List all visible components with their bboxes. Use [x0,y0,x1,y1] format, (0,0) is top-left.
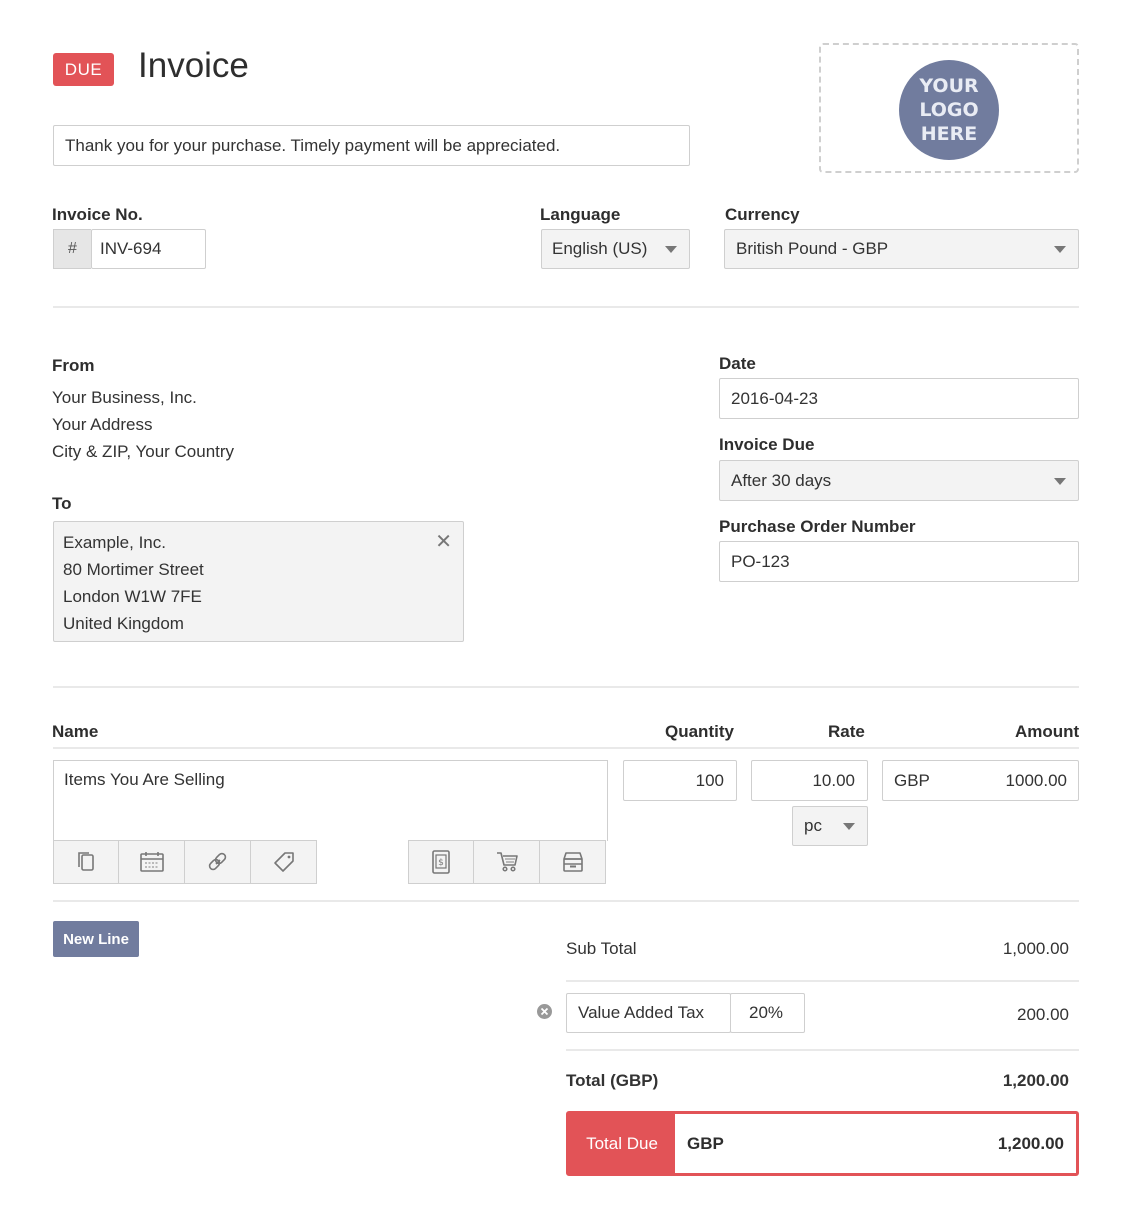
amount-value: 1000.00 [1005,770,1067,790]
from-line: Your Business, Inc. [52,388,197,407]
unit-select[interactable]: pc [792,806,868,846]
invoice-no-label: Invoice No. [52,205,143,224]
header-divider [53,747,1079,749]
total-label: Total (GBP) [566,1071,659,1090]
column-header-name: Name [52,722,99,741]
quantity-input[interactable]: 100 [623,760,737,801]
link-icon[interactable] [185,840,251,884]
close-icon[interactable]: ✕ [435,529,452,556]
invoice-due-value: After 30 days [731,470,832,490]
total-value: 1,200.00 [1002,1071,1069,1090]
svg-text:$: $ [438,858,444,868]
tax-rate-input[interactable]: 20% [730,993,805,1033]
column-header-quantity: Quantity [665,722,734,741]
po-input[interactable]: PO-123 [719,541,1079,582]
chevron-down-icon [843,823,855,830]
cart-icon[interactable] [474,840,540,884]
receipt-icon[interactable]: $ [408,840,474,884]
page-title: Invoice [138,46,249,85]
from-label: From [52,356,95,375]
logo-upload-area[interactable]: YOUR LOGO HERE [819,43,1079,173]
subtotal-label: Sub Total [566,939,637,958]
tag-icon[interactable] [251,840,317,884]
section-divider [53,306,1079,308]
invoice-no-input[interactable]: INV-694 [91,229,206,269]
item-toolbar-right: $ [408,840,606,884]
to-line: London W1W 7FE [63,587,202,606]
to-line: 80 Mortimer Street [63,560,204,579]
tax-name-input[interactable]: Value Added Tax [566,993,731,1033]
column-header-amount: Amount [1015,722,1080,741]
from-line: Your Address [52,415,153,434]
invoice-due-select[interactable]: After 30 days [719,460,1079,501]
chevron-down-icon [1054,477,1066,485]
client-address-box[interactable]: Example, Inc. 80 Mortimer Street London … [53,521,464,642]
logo-text-line: HERE [920,123,978,145]
language-label: Language [540,205,621,224]
currency-value: British Pound - GBP [736,239,889,258]
hash-prefix: # [53,229,91,269]
total-due-amount: GBP 1,200.00 [675,1114,1076,1173]
rate-input[interactable]: 10.00 [751,760,868,801]
amount-currency: GBP [894,770,930,790]
totals-divider [566,1049,1079,1051]
item-toolbar-left [53,840,317,884]
status-badge: DUE [53,53,114,86]
section-divider [53,900,1079,902]
unit-value: pc [804,816,822,835]
from-line: City & ZIP, Your Country [52,442,235,461]
new-line-button[interactable]: New Line [53,921,139,957]
total-due-label: Total Due [569,1114,675,1173]
total-due-currency: GBP [687,1133,724,1153]
currency-label: Currency [725,205,800,224]
language-select[interactable]: English (US) [541,229,690,269]
chevron-down-icon [1054,246,1066,253]
to-label: To [52,494,72,513]
logo-text-line: YOUR [919,75,979,97]
total-due-box: Total Due GBP 1,200.00 [566,1111,1079,1176]
date-label: Date [719,354,756,373]
logo-placeholder: YOUR LOGO HERE [899,60,999,160]
totals-divider [566,980,1079,982]
po-label: Purchase Order Number [719,517,916,536]
calendar-icon[interactable] [119,840,185,884]
notes-field[interactable]: Thank you for your purchase. Timely paym… [53,125,690,166]
amount-field: GBP 1000.00 [882,760,1079,801]
tax-value: 200.00 [1017,1005,1069,1024]
total-due-value: 1,200.00 [997,1133,1064,1153]
date-input[interactable]: 2016-04-23 [719,378,1079,419]
subtotal-value: 1,000.00 [1002,939,1069,958]
item-description-input[interactable]: Items You Are Selling [53,760,608,841]
copy-icon[interactable] [53,840,119,884]
remove-tax-icon[interactable] [536,1003,553,1025]
to-line: Example, Inc. [63,533,166,552]
logo-text-line: LOGO [919,99,979,121]
to-line: United Kingdom [63,614,184,633]
section-divider [53,686,1079,688]
column-header-rate: Rate [828,722,865,741]
invoice-due-label: Invoice Due [719,435,815,454]
chevron-down-icon [665,246,677,253]
currency-select[interactable]: British Pound - GBP [724,229,1079,269]
language-value: English (US) [552,239,648,258]
store-icon[interactable] [540,840,606,884]
